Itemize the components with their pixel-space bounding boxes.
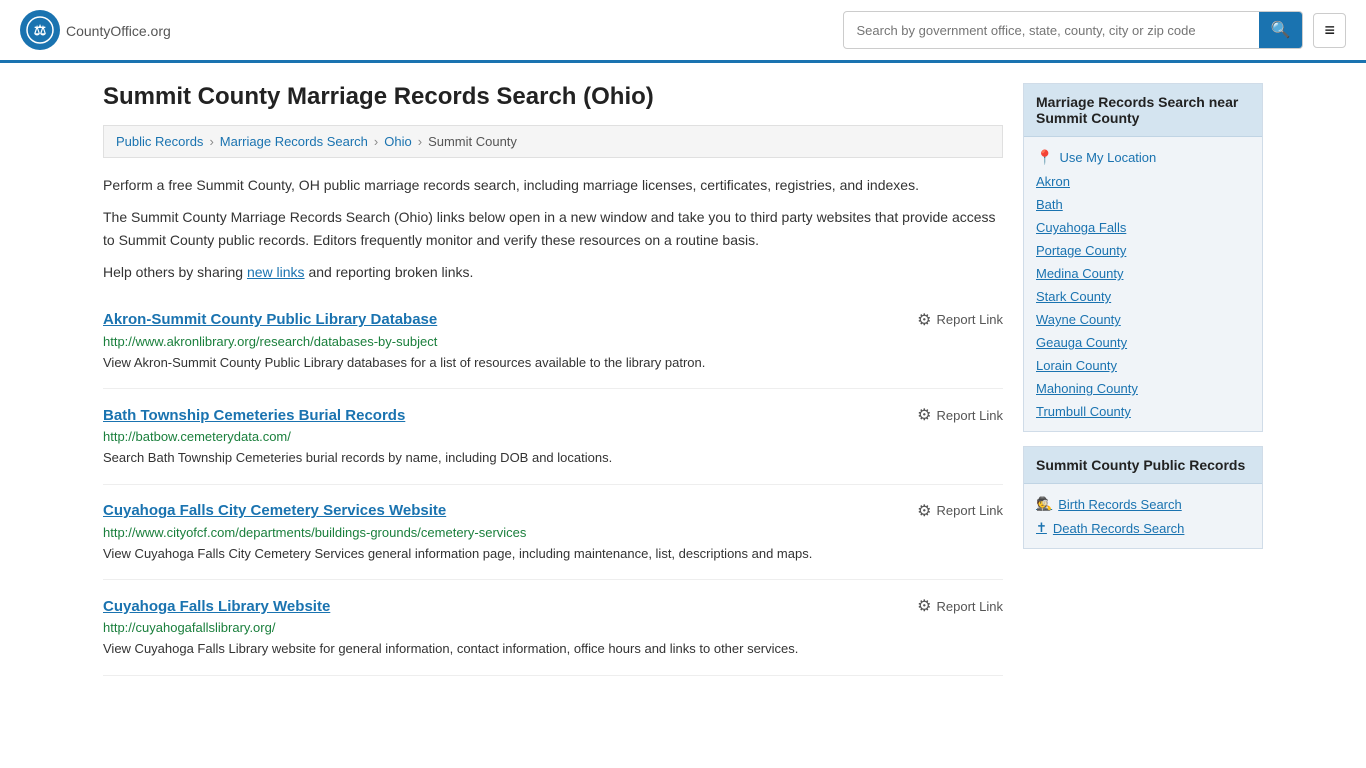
record-desc-0: View Akron-Summit County Public Library … (103, 353, 1003, 373)
sidebar-public-link-1[interactable]: ✝ Death Records Search (1036, 516, 1250, 540)
sidebar-nearby-link-5[interactable]: Stark County (1036, 285, 1250, 308)
public-link-icon-1: ✝ (1036, 520, 1047, 536)
logo-text: CountyOffice.org (66, 20, 171, 41)
record-url-3[interactable]: http://cuyahogafallslibrary.org/ (103, 620, 1003, 635)
sidebar-nearby-link-9[interactable]: Mahoning County (1036, 377, 1250, 400)
sidebar: Marriage Records Search near Summit Coun… (1023, 83, 1263, 676)
report-link-2[interactable]: ⚙ Report Link (917, 501, 1003, 521)
report-icon-2: ⚙ (917, 501, 931, 521)
report-label-1: Report Link (937, 408, 1003, 423)
sidebar-nearby-link-3[interactable]: Portage County (1036, 239, 1250, 262)
logo-icon: ⚖ (20, 10, 60, 50)
sidebar-nearby-link-7[interactable]: Geauga County (1036, 331, 1250, 354)
main-content: Summit County Marriage Records Search (O… (103, 83, 1003, 676)
new-links-link[interactable]: new links (247, 264, 305, 280)
sidebar-nearby-body: 📍 Use My Location AkronBathCuyahoga Fall… (1024, 137, 1262, 431)
description-3: Help others by sharing new links and rep… (103, 261, 1003, 283)
report-link-1[interactable]: ⚙ Report Link (917, 405, 1003, 425)
site-header: ⚖ CountyOffice.org 🔍 ≡ (0, 0, 1366, 63)
sidebar-nearby-link-0[interactable]: Akron (1036, 170, 1250, 193)
sidebar-nearby-link-1[interactable]: Bath (1036, 193, 1250, 216)
sidebar-public-records-title: Summit County Public Records (1024, 447, 1262, 484)
use-location-link[interactable]: 📍 Use My Location (1036, 145, 1250, 170)
breadcrumb-summit-county: Summit County (428, 134, 517, 149)
location-icon: 📍 (1036, 149, 1053, 166)
record-entry-3: Cuyahoga Falls Library Website ⚙ Report … (103, 580, 1003, 676)
record-title-row-3: Cuyahoga Falls Library Website ⚙ Report … (103, 596, 1003, 616)
breadcrumb-sep-2: › (374, 134, 378, 149)
public-link-label-0: Birth Records Search (1058, 497, 1182, 512)
breadcrumb-sep-3: › (418, 134, 422, 149)
record-title-row-2: Cuyahoga Falls City Cemetery Services We… (103, 501, 1003, 521)
record-title-0[interactable]: Akron-Summit County Public Library Datab… (103, 311, 437, 328)
breadcrumb-marriage-records[interactable]: Marriage Records Search (220, 134, 368, 149)
record-title-row-0: Akron-Summit County Public Library Datab… (103, 310, 1003, 330)
report-link-0[interactable]: ⚙ Report Link (917, 310, 1003, 330)
public-link-icon-0: 🕵 (1036, 496, 1052, 512)
public-link-label-1: Death Records Search (1053, 521, 1185, 536)
breadcrumb-sep-1: › (209, 134, 213, 149)
record-entry-2: Cuyahoga Falls City Cemetery Services We… (103, 485, 1003, 581)
record-title-1[interactable]: Bath Township Cemeteries Burial Records (103, 407, 405, 424)
record-url-1[interactable]: http://batbow.cemeterydata.com/ (103, 429, 1003, 444)
search-button[interactable]: 🔍 (1259, 12, 1303, 48)
page-wrap: Summit County Marriage Records Search (O… (83, 63, 1283, 696)
report-icon-1: ⚙ (917, 405, 931, 425)
menu-button[interactable]: ≡ (1313, 13, 1346, 48)
record-url-0[interactable]: http://www.akronlibrary.org/research/dat… (103, 334, 1003, 349)
sidebar-nearby-links: AkronBathCuyahoga FallsPortage CountyMed… (1036, 170, 1250, 423)
breadcrumb-ohio[interactable]: Ohio (384, 134, 411, 149)
search-bar: 🔍 (843, 11, 1303, 49)
record-entry-1: Bath Township Cemeteries Burial Records … (103, 389, 1003, 485)
sidebar-public-link-0[interactable]: 🕵 Birth Records Search (1036, 492, 1250, 516)
sidebar-public-records-body: 🕵 Birth Records Search ✝ Death Records Sear… (1024, 484, 1262, 548)
description-2: The Summit County Marriage Records Searc… (103, 206, 1003, 251)
sidebar-nearby-link-6[interactable]: Wayne County (1036, 308, 1250, 331)
search-input[interactable] (844, 15, 1258, 46)
header-right: 🔍 ≡ (843, 11, 1346, 49)
sidebar-nearby-link-8[interactable]: Lorain County (1036, 354, 1250, 377)
breadcrumb-public-records[interactable]: Public Records (116, 134, 203, 149)
breadcrumb: Public Records › Marriage Records Search… (103, 125, 1003, 158)
record-desc-2: View Cuyahoga Falls City Cemetery Servic… (103, 544, 1003, 564)
sidebar-nearby-link-4[interactable]: Medina County (1036, 262, 1250, 285)
sidebar-nearby-link-2[interactable]: Cuyahoga Falls (1036, 216, 1250, 239)
report-icon-3: ⚙ (917, 596, 931, 616)
description-1: Perform a free Summit County, OH public … (103, 174, 1003, 196)
sidebar-nearby-section: Marriage Records Search near Summit Coun… (1023, 83, 1263, 432)
record-desc-1: Search Bath Township Cemeteries burial r… (103, 448, 1003, 468)
record-title-3[interactable]: Cuyahoga Falls Library Website (103, 598, 330, 615)
record-title-row-1: Bath Township Cemeteries Burial Records … (103, 405, 1003, 425)
logo-area: ⚖ CountyOffice.org (20, 10, 171, 50)
report-link-3[interactable]: ⚙ Report Link (917, 596, 1003, 616)
record-title-2[interactable]: Cuyahoga Falls City Cemetery Services We… (103, 502, 446, 519)
record-entry-0: Akron-Summit County Public Library Datab… (103, 294, 1003, 390)
record-desc-3: View Cuyahoga Falls Library website for … (103, 639, 1003, 659)
record-url-2[interactable]: http://www.cityofcf.com/departments/buil… (103, 525, 1003, 540)
report-label-0: Report Link (937, 312, 1003, 327)
sidebar-public-records-section: Summit County Public Records 🕵 Birth Reco… (1023, 446, 1263, 549)
records-list: Akron-Summit County Public Library Datab… (103, 294, 1003, 676)
svg-text:⚖: ⚖ (34, 22, 47, 38)
sidebar-public-links: 🕵 Birth Records Search ✝ Death Records Sear… (1036, 492, 1250, 540)
page-title: Summit County Marriage Records Search (O… (103, 83, 1003, 111)
report-label-3: Report Link (937, 599, 1003, 614)
report-label-2: Report Link (937, 503, 1003, 518)
sidebar-nearby-link-10[interactable]: Trumbull County (1036, 400, 1250, 423)
report-icon-0: ⚙ (917, 310, 931, 330)
sidebar-nearby-title: Marriage Records Search near Summit Coun… (1024, 84, 1262, 137)
